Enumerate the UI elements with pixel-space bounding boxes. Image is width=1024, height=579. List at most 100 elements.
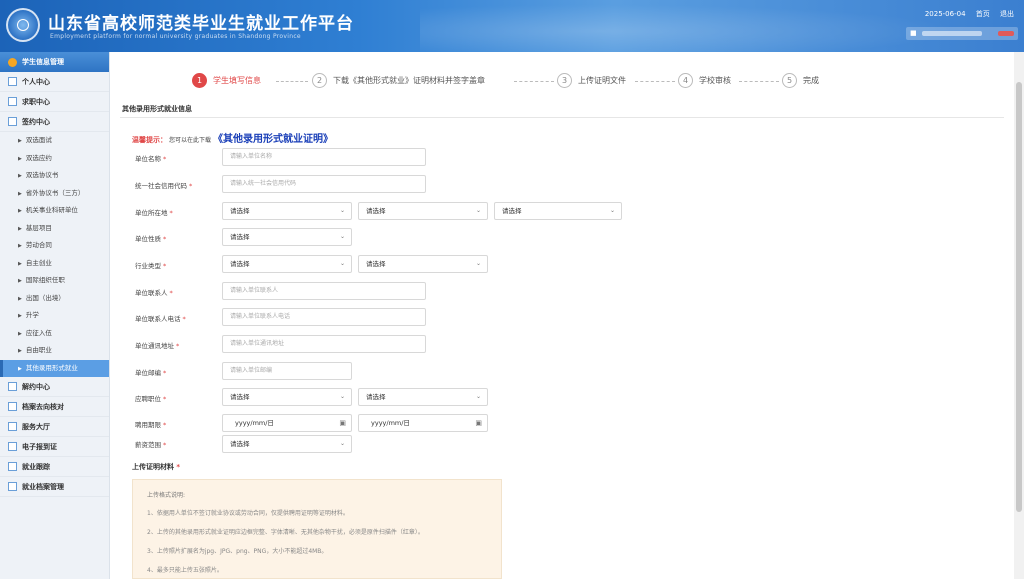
page-scrollbar[interactable] (1014, 52, 1024, 579)
sidebar-sub-0[interactable]: ▶ 双选面试 (0, 132, 109, 150)
label-credit-code: 统一社会信用代码 * (135, 182, 193, 190)
label-contact: 单位联系人 * (135, 289, 173, 297)
section-divider (120, 117, 1004, 118)
sidebar-sub-other-employment[interactable]: ▶ 其他录用形式就业 (0, 359, 109, 377)
sidebar-sub-3[interactable]: ▶ 省外协议书（三方） (0, 185, 109, 203)
main-content: 1 学生填写信息 2 下载《其他形式就业》证明材料并签字盖章 3 上传证明文件 4 学校… (110, 52, 1014, 579)
progress-steps: 1 学生填写信息 2 下载《其他形式就业》证明材料并签字盖章 3 上传证明文件 4 学校… (192, 73, 912, 91)
period-end-date[interactable]: yyyy/mm/日 ▣ (358, 414, 488, 432)
location-province-select[interactable]: 请选择 ⌄ (222, 202, 352, 220)
label-address: 单位通讯地址 * (135, 342, 180, 350)
user-icon: ■ (910, 29, 917, 37)
sidebar-item-terminate[interactable]: 解约中心 (0, 377, 109, 397)
header-date: 2025-06-04 (924, 10, 966, 18)
contact-input[interactable]: 请输入单位联系人 (222, 282, 426, 300)
position-select-2[interactable]: 请选择 ⌄ (358, 388, 488, 406)
site-subtitle: Employment platform for normal universit… (50, 33, 301, 40)
archive-icon (8, 402, 17, 411)
upload-instruction-item: 2、上传的其他录用形式就业证明应边框完整、字体清晰、无其他杂物干扰，必须是原件扫… (147, 529, 424, 536)
user-info[interactable]: ■ (906, 27, 1018, 40)
sign-icon (8, 117, 17, 126)
header-decoration (420, 0, 1020, 52)
label-unit-location: 单位所在地 * (135, 209, 173, 217)
personal-icon (8, 77, 17, 86)
sidebar-sub-6[interactable]: ▶ 劳动合同 (0, 237, 109, 255)
position-select-1[interactable]: 请选择 ⌄ (222, 388, 352, 406)
sidebar-sub-4[interactable]: ▶ 机关事业科研单位 (0, 202, 109, 220)
upload-instructions: 上传格式说明: 1、依据用人单位不签订就业协议或劳动合同，仅提供聘用证明等证明材… (132, 479, 502, 579)
step-2: 2 下载《其他形式就业》证明材料并签字盖章 (312, 73, 485, 88)
sidebar-top-student-info[interactable]: 学生信息管理 (0, 52, 109, 72)
sidebar-item-archive-check[interactable]: 档案去向核对 (0, 397, 109, 417)
unit-nature-select[interactable]: 请选择 ⌄ (222, 228, 352, 246)
salary-select[interactable]: 请选择 ⌄ (222, 435, 352, 453)
location-district-select[interactable]: 请选择 ⌄ (494, 202, 622, 220)
credit-code-input[interactable]: 请输入统一社会信用代码 (222, 175, 426, 193)
service-icon (8, 422, 17, 431)
site-logo (6, 8, 40, 42)
period-start-date[interactable]: yyyy/mm/日 ▣ (222, 414, 352, 432)
hint-text: 您可以在此下载 (169, 137, 212, 144)
user-badge (998, 31, 1014, 36)
user-name-redacted (922, 31, 982, 36)
sidebar-sub-5[interactable]: ▶ 基层项目 (0, 220, 109, 238)
step-3: 3 上传证明文件 (557, 73, 626, 88)
terminate-icon (8, 382, 17, 391)
sidebar-item-personal[interactable]: 个人中心 (0, 72, 109, 92)
archive-mgmt-icon (8, 482, 17, 491)
job-icon (8, 97, 17, 106)
postcode-input[interactable]: 请输入单位邮编 (222, 362, 352, 380)
section-title: 其他录用形式就业信息 (122, 105, 192, 113)
sidebar-sub-2[interactable]: ▶ 双选协议书 (0, 167, 109, 185)
industry-select-1[interactable]: 请选择 ⌄ (222, 255, 352, 273)
step-1: 1 学生填写信息 (192, 73, 261, 88)
label-position: 应聘职位 * (135, 395, 167, 403)
sidebar-sub-8[interactable]: ▶ 国际组织任职 (0, 272, 109, 290)
student-info-icon (8, 57, 17, 67)
label-industry: 行业类型 * (135, 262, 167, 270)
contact-phone-input[interactable]: 请输入单位联系人电话 (222, 308, 426, 326)
label-salary: 薪资范围 * (135, 441, 167, 449)
label-period: 聘用期限 * (135, 421, 167, 429)
report-icon (8, 442, 17, 451)
sidebar-sub-1[interactable]: ▶ 双选应约 (0, 150, 109, 168)
download-proof-link[interactable]: 《其他录用形式就业证明》 (213, 130, 333, 145)
site-title: 山东省高校师范类毕业生就业工作平台 (48, 14, 354, 34)
scroll-thumb[interactable] (1016, 82, 1022, 512)
sidebar-sub-10[interactable]: ▶ 升学 (0, 307, 109, 325)
hint-label: 温馨提示： (132, 136, 167, 144)
unit-name-input[interactable]: 请输入单位名称 (222, 148, 426, 166)
upload-label: 上传证明材料 * (132, 463, 181, 471)
sidebar-item-e-report[interactable]: 电子报到证 (0, 437, 109, 457)
address-input[interactable]: 请输入单位通讯地址 (222, 335, 426, 353)
upload-instruction-item: 3、上传照片扩展名为jpg、JPG、png、PNG，大小不能超过4MB。 (147, 548, 328, 555)
header-links: 2025-06-04 首页 退出 (917, 9, 1014, 19)
sidebar-sub-9[interactable]: ▶ 出国（出境） (0, 290, 109, 308)
upload-instructions-title: 上传格式说明: (147, 492, 186, 499)
sidebar-item-archive-mgmt[interactable]: 就业档案管理 (0, 477, 109, 497)
sidebar-item-job[interactable]: 求职中心 (0, 92, 109, 112)
home-link[interactable]: 首页 (976, 10, 990, 18)
sidebar-sub-11[interactable]: ▶ 应征入伍 (0, 325, 109, 343)
label-postcode: 单位邮编 * (135, 369, 167, 377)
sidebar-sub-12[interactable]: ▶ 自由职业 (0, 342, 109, 360)
sidebar-item-tracking[interactable]: 就业跟踪 (0, 457, 109, 477)
step-5: 5 完成 (782, 73, 819, 88)
calendar-icon: ▣ (339, 419, 346, 427)
upload-instruction-item: 4、最多只能上传五张照片。 (147, 567, 223, 574)
label-contact-phone: 单位联系人电话 * (135, 315, 186, 323)
tracking-icon (8, 462, 17, 471)
upload-instruction-item: 1、依据用人单位不签订就业协议或劳动合同，仅提供聘用证明等证明材料。 (147, 510, 349, 517)
sidebar-sub-7[interactable]: ▶ 自主创业 (0, 255, 109, 273)
industry-select-2[interactable]: 请选择 ⌄ (358, 255, 488, 273)
sidebar: 学生信息管理 个人中心 求职中心 签约中心 ▶ 双选面试 ▶ 双选应约 ▶ 双选协议书… (0, 52, 110, 579)
sidebar-item-service[interactable]: 服务大厅 (0, 417, 109, 437)
step-4: 4 学校审核 (678, 73, 731, 88)
download-hint: 温馨提示： 您可以在此下载 《其他录用形式就业证明》 (132, 130, 333, 145)
label-unit-nature: 单位性质 * (135, 235, 167, 243)
location-city-select[interactable]: 请选择 ⌄ (358, 202, 488, 220)
calendar-icon: ▣ (475, 419, 482, 427)
sidebar-item-sign[interactable]: 签约中心 (0, 112, 109, 132)
label-unit-name: 单位名称 * (135, 155, 167, 163)
logout-link[interactable]: 退出 (1000, 10, 1014, 18)
